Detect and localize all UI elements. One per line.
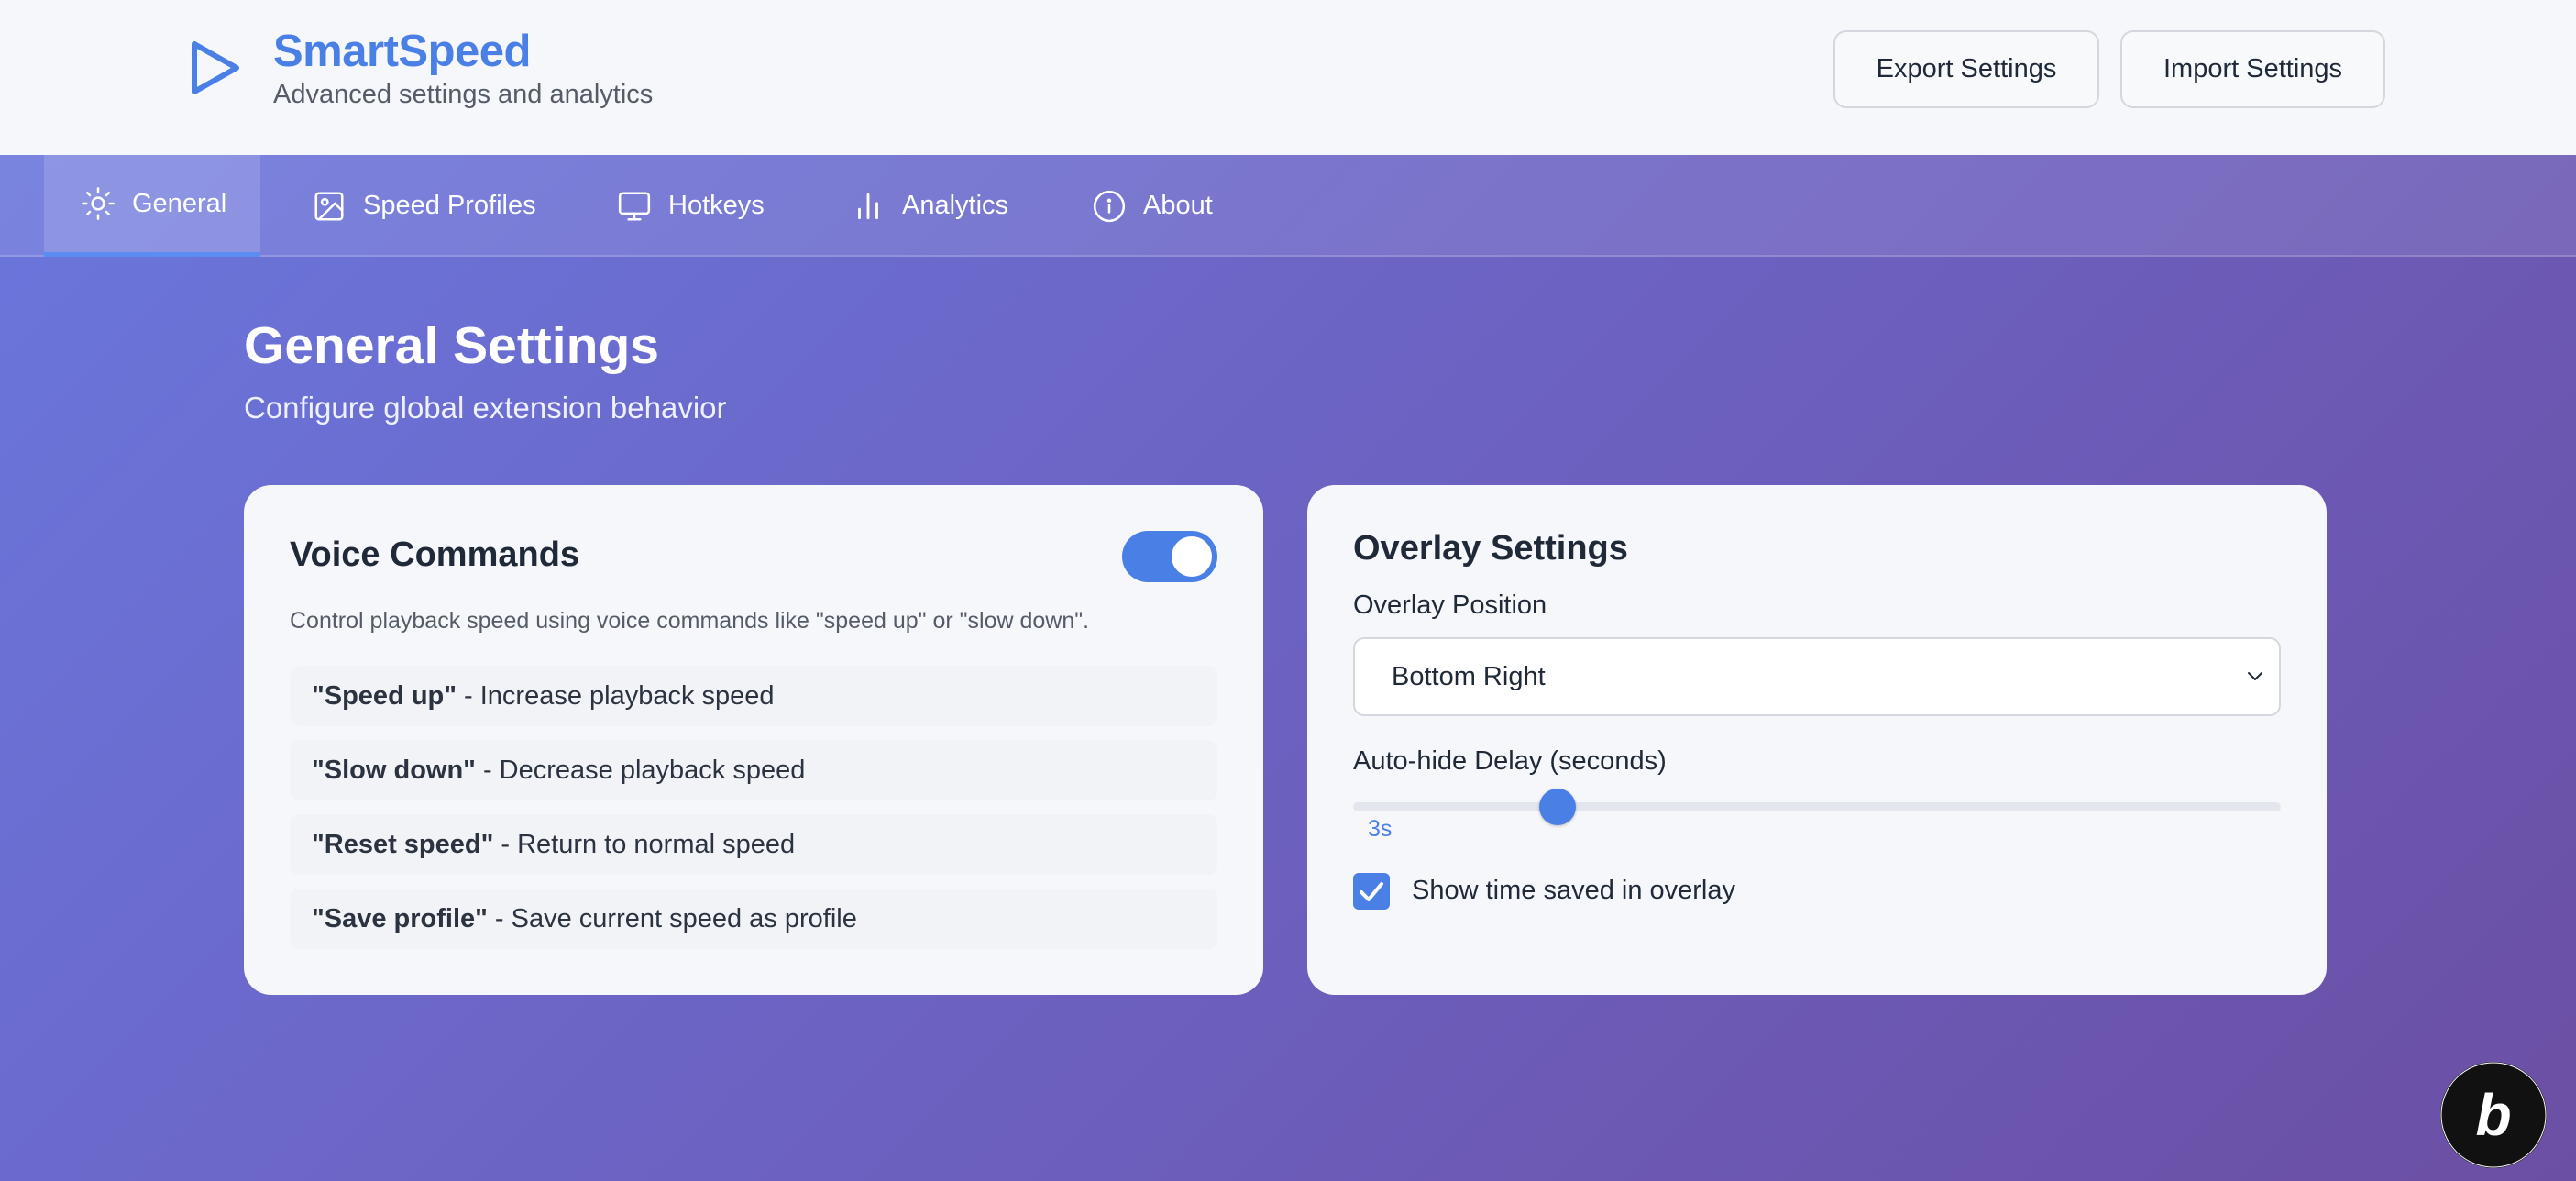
bar-chart-icon [858,193,878,219]
overlay-position-select[interactable]: Bottom Right [1353,637,2281,716]
app-header: SmartSpeed Advanced settings and analyti… [0,0,2576,155]
import-settings-button[interactable]: Import Settings [2120,30,2385,108]
toggle-knob [1172,536,1212,577]
image-icon [314,191,344,221]
tab-analytics[interactable]: Analytics [851,155,1008,257]
tab-label: Analytics [902,191,1009,220]
auto-hide-delay-slider[interactable] [1353,802,2281,811]
tab-bar: General Speed Profiles Hotkeys Analytics [0,155,2576,257]
voice-commands-title: Voice Commands [290,535,580,574]
voice-command-desc: - Return to normal speed [501,829,796,859]
overlay-settings-title: Overlay Settings [1353,529,1628,568]
tab-about[interactable]: About [1092,155,1213,257]
auto-hide-delay-value: 3s [1368,816,1393,842]
voice-commands-description: Control playback speed using voice comma… [290,608,1090,634]
info-icon [1093,190,1126,222]
voice-command-desc: - Save current speed as profile [494,903,857,933]
export-settings-button[interactable]: Export Settings [1833,30,2099,108]
monitor-icon [618,191,651,221]
tab-hotkeys[interactable]: Hotkeys [617,155,765,257]
tab-label: General [132,188,227,218]
overlay-settings-card: Overlay Settings Overlay Position Bottom… [1307,485,2327,995]
slider-thumb[interactable] [1538,789,1576,825]
voice-command-phrase: "Save profile" [312,903,488,933]
page-title: General Settings [244,316,659,375]
voice-command-item: "Slow down" - Decrease playback speed [290,740,1217,800]
show-time-saved-label: Show time saved in overlay [1412,876,1735,905]
voice-command-phrase: "Reset speed" [312,829,494,859]
show-time-saved-checkbox[interactable] [1353,873,1390,910]
app-subtitle: Advanced settings and analytics [273,80,654,109]
tab-general[interactable]: General [44,155,260,257]
voice-command-item: "Speed up" - Increase playback speed [290,666,1217,726]
tab-label: About [1143,191,1213,220]
chevron-down-icon [2248,672,2262,680]
overlay-position-value: Bottom Right [1392,661,1546,691]
page-subtitle: Configure global extension behavior [244,391,727,425]
auto-hide-delay-label: Auto-hide Delay (seconds) [1353,746,1667,776]
voice-command-item: "Save profile" - Save current speed as p… [290,889,1217,949]
voice-command-desc: - Decrease playback speed [482,755,806,785]
checkmark-icon [1360,882,1383,901]
app-title: SmartSpeed [273,27,531,76]
tab-label: Hotkeys [668,191,765,220]
play-logo-icon [192,41,239,94]
bolt-badge-logo[interactable]: b [2438,1060,2548,1170]
voice-command-phrase: "Speed up" [312,680,457,711]
tab-speed-profiles[interactable]: Speed Profiles [312,155,536,257]
voice-commands-card: Voice Commands Control playback speed us… [244,485,1263,995]
voice-commands-toggle[interactable] [1122,531,1217,582]
voice-command-phrase: "Slow down" [312,755,476,785]
voice-command-item: "Reset speed" - Return to normal speed [290,814,1217,875]
sun-icon [82,187,115,220]
overlay-position-label: Overlay Position [1353,590,1547,620]
voice-command-desc: - Increase playback speed [464,680,775,711]
svg-text:b: b [2475,1082,2511,1148]
tab-label: Speed Profiles [363,191,536,220]
